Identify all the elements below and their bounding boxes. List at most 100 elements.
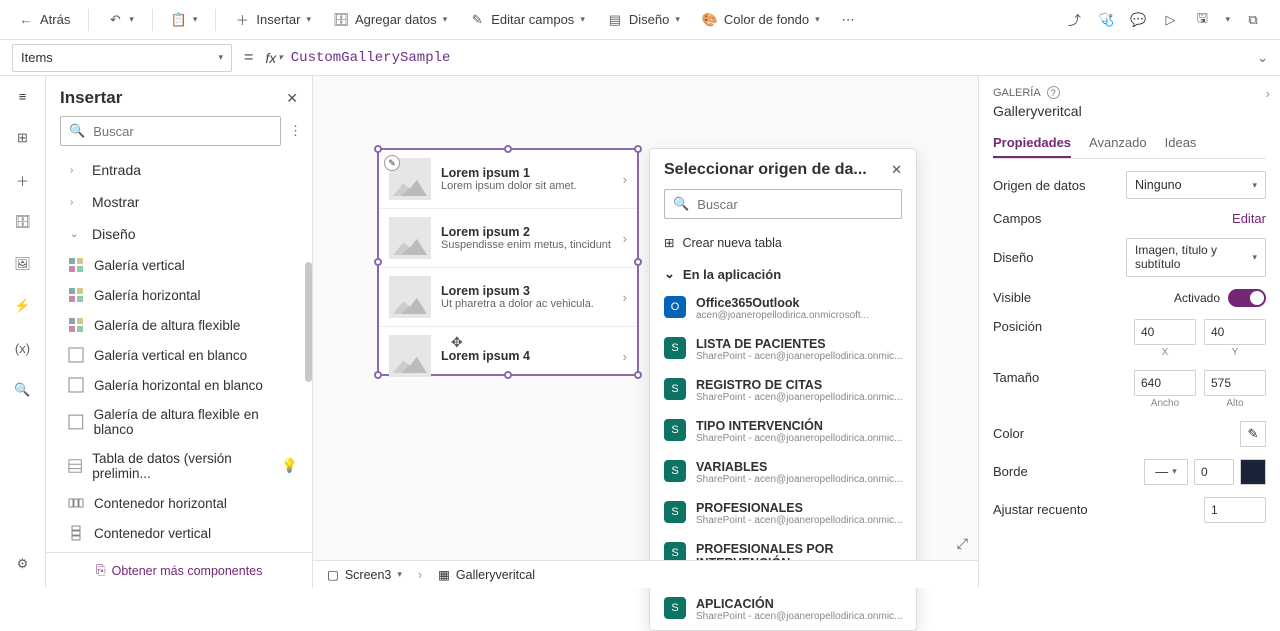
more-button[interactable]: ⋯: [832, 6, 865, 34]
resize-handle[interactable]: [504, 145, 512, 153]
fit-to-screen-icon[interactable]: ⤢: [957, 535, 968, 552]
checker-icon[interactable]: 🩺: [1097, 11, 1115, 29]
resize-handle[interactable]: [374, 258, 382, 266]
resize-handle[interactable]: [504, 371, 512, 379]
database-icon: 🗄: [333, 12, 349, 28]
get-more-components[interactable]: ⎘ Obtener más componentes: [46, 552, 312, 588]
more-icon[interactable]: ⋮: [289, 123, 302, 139]
canvas[interactable]: ✎ Lorem ipsum 1Lorem ipsum dolor sit ame…: [313, 76, 978, 588]
position-y-input[interactable]: 40: [1204, 319, 1266, 345]
search-icon: 🔍: [69, 123, 85, 139]
tab-properties[interactable]: Propiedades: [993, 129, 1071, 158]
gallery-item[interactable]: Lorem ipsum 1Lorem ipsum dolor sit amet.…: [379, 150, 637, 209]
fx-icon[interactable]: fx▾: [265, 50, 282, 66]
control-name: Galleryveritcal: [993, 103, 1266, 119]
border-color-picker[interactable]: [1240, 459, 1266, 485]
insert-item-vertical-gallery[interactable]: Galería vertical: [46, 250, 312, 280]
insert-item-vertical-container[interactable]: Contenedor vertical: [46, 518, 312, 548]
gallery-control[interactable]: ✎ Lorem ipsum 1Lorem ipsum dolor sit ame…: [377, 148, 639, 376]
datasource-item[interactable]: OOffice365Outlookacen@joaneropellodirica…: [650, 288, 916, 329]
datasource-item[interactable]: SLISTA DE PACIENTESSharePoint - acen@joa…: [650, 329, 916, 370]
tree-view-icon[interactable]: ≡: [13, 86, 33, 106]
insert-search-input[interactable]: [93, 124, 272, 139]
tab-advanced[interactable]: Avanzado: [1089, 129, 1147, 158]
resize-handle[interactable]: [374, 371, 382, 379]
resize-handle[interactable]: [634, 371, 642, 379]
datasource-search-input[interactable]: [697, 197, 893, 212]
media-rail-icon[interactable]: 🖼: [13, 254, 33, 274]
resize-handle[interactable]: [634, 258, 642, 266]
gallery-icon: [68, 287, 84, 303]
insert-rail-icon[interactable]: ⊞: [13, 128, 33, 148]
size-height-input[interactable]: 575: [1204, 370, 1266, 396]
category-display[interactable]: ›Mostrar: [46, 186, 312, 218]
gallery-item[interactable]: Lorem ipsum 3Ut pharetra a dolor ac vehi…: [379, 268, 637, 327]
datasource-item[interactable]: STIPO INTERVENCIÓNSharePoint - acen@joan…: [650, 411, 916, 452]
add-rail-icon[interactable]: ＋: [13, 170, 33, 190]
insert-item-blank-flexible-gallery[interactable]: Galería de altura flexible en blanco: [46, 400, 312, 444]
tab-ideas[interactable]: Ideas: [1165, 129, 1197, 158]
paste-button[interactable]: 📋▾: [161, 6, 208, 34]
expand-formula-icon[interactable]: ⌄: [1257, 50, 1268, 66]
close-panel-icon[interactable]: ✕: [286, 90, 298, 107]
datasource-item[interactable]: SVARIABLESSharePoint - acen@joaneropello…: [650, 452, 916, 493]
category-input[interactable]: ›Entrada: [46, 154, 312, 186]
category-layout[interactable]: ⌄Diseño: [46, 218, 312, 250]
datasource-section-inapp[interactable]: ⌄ En la aplicación: [650, 260, 916, 288]
share-icon[interactable]: ⤴: [1065, 11, 1083, 29]
border-style-selector[interactable]: — ▾: [1144, 459, 1188, 485]
resize-handle[interactable]: [374, 145, 382, 153]
settings-rail-icon[interactable]: ⚙: [13, 554, 33, 574]
layout-selector[interactable]: Imagen, título y subtítulo▾: [1126, 238, 1266, 277]
undo-button[interactable]: ↶▾: [97, 6, 144, 34]
resize-handle[interactable]: [634, 145, 642, 153]
edit-template-icon[interactable]: ✎: [384, 155, 400, 171]
bg-color-button[interactable]: 🎨 Color de fondo ▾: [692, 6, 830, 34]
edit-fields-link[interactable]: Editar: [1232, 211, 1266, 226]
size-width-input[interactable]: 640: [1134, 370, 1196, 396]
insert-item-flexible-gallery[interactable]: Galería de altura flexible: [46, 310, 312, 340]
breadcrumb-control[interactable]: ▦Galleryveritcal: [438, 567, 535, 582]
close-popup-icon[interactable]: ✕: [891, 162, 902, 178]
datasource-item[interactable]: SAPLICACIÓNSharePoint - acen@joaneropell…: [650, 589, 916, 630]
insert-button[interactable]: ＋ Insertar ▾: [224, 6, 321, 34]
datasource-selector[interactable]: Ninguno▾: [1126, 171, 1266, 199]
datasource-search[interactable]: 🔍: [664, 189, 902, 219]
data-rail-icon[interactable]: 🗄: [13, 212, 33, 232]
insert-item-horizontal-gallery[interactable]: Galería horizontal: [46, 280, 312, 310]
chevron-right-icon[interactable]: ›: [1266, 86, 1270, 101]
gallery-item[interactable]: Lorem ipsum 2Suspendisse enim metus, tin…: [379, 209, 637, 268]
insert-item-blank-horizontal-gallery[interactable]: Galería horizontal en blanco: [46, 370, 312, 400]
info-icon[interactable]: ?: [1047, 86, 1060, 99]
search-rail-icon[interactable]: 🔍: [13, 380, 33, 400]
breadcrumb-screen[interactable]: ▢Screen3▾: [327, 567, 402, 582]
scrollbar[interactable]: [305, 262, 312, 382]
power-automate-icon[interactable]: ⚡: [13, 296, 33, 316]
visible-toggle[interactable]: [1228, 289, 1266, 307]
edit-fields-button[interactable]: ✎ Editar campos ▾: [459, 6, 595, 34]
datasource-item[interactable]: SREGISTRO DE CITASSharePoint - acen@joan…: [650, 370, 916, 411]
datasource-title: Seleccionar origen de da...: [664, 161, 867, 179]
color-picker[interactable]: ✎: [1240, 421, 1266, 447]
insert-item-blank-vertical-gallery[interactable]: Galería vertical en blanco: [46, 340, 312, 370]
insert-item-horizontal-container[interactable]: Contenedor horizontal: [46, 488, 312, 518]
properties-panel: › GALERÍA ? Galleryveritcal Propiedades …: [978, 76, 1280, 588]
insert-item-data-table[interactable]: Tabla de datos (versión prelimin...💡: [46, 444, 312, 488]
chevron-down-icon[interactable]: ▾: [1225, 14, 1230, 25]
position-x-input[interactable]: 40: [1134, 319, 1196, 345]
wrap-count-input[interactable]: 1: [1204, 497, 1266, 523]
add-data-button[interactable]: 🗄 Agregar datos ▾: [323, 6, 457, 34]
back-button[interactable]: ← Atrás: [8, 6, 80, 34]
formula-input[interactable]: CustomGallerySample: [291, 50, 1249, 66]
border-width-input[interactable]: 0: [1194, 459, 1234, 485]
comment-icon[interactable]: 💬: [1129, 11, 1147, 29]
play-icon[interactable]: ▷: [1161, 11, 1179, 29]
property-selector[interactable]: Items ▾: [12, 44, 232, 72]
create-table-button[interactable]: ⊞ Crear nueva tabla: [650, 229, 916, 260]
publish-icon[interactable]: ⧉: [1244, 11, 1262, 29]
insert-search[interactable]: 🔍: [60, 116, 281, 146]
layout-button[interactable]: ▤ Diseño ▾: [597, 6, 690, 34]
datasource-item[interactable]: SPROFESIONALESSharePoint - acen@joanerop…: [650, 493, 916, 534]
save-icon[interactable]: 🖫: [1193, 11, 1211, 29]
variables-icon[interactable]: (x): [13, 338, 33, 358]
